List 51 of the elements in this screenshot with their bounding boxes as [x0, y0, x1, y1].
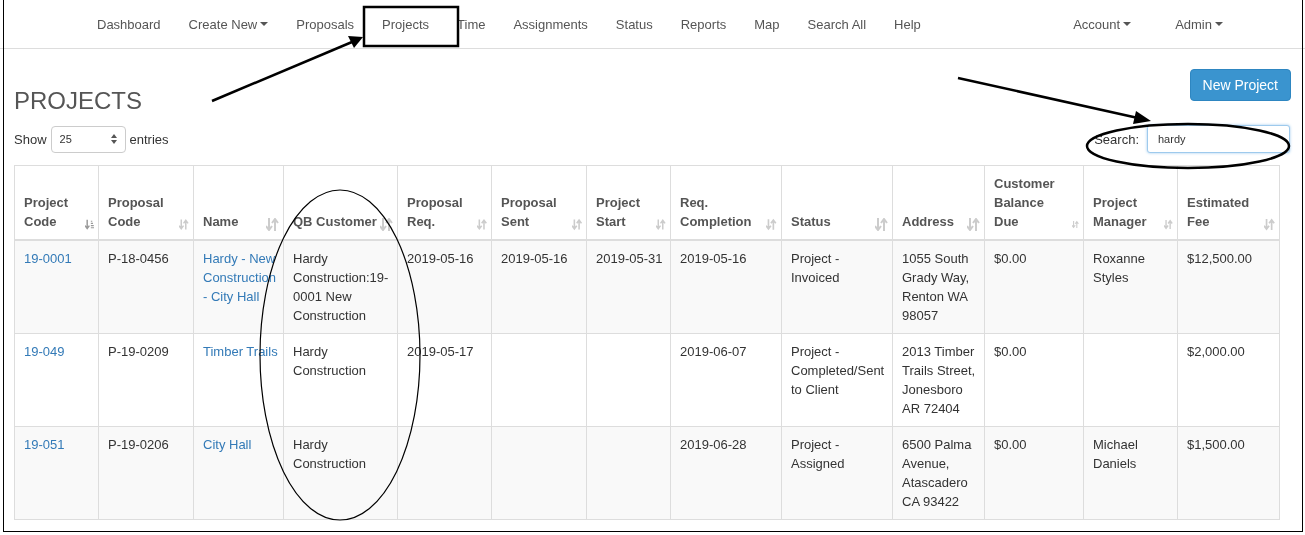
table-cell: $2,000.00 [1177, 333, 1280, 427]
nav-link[interactable]: Reports [666, 14, 741, 34]
table-cell: P-19-0206 [98, 426, 194, 520]
table-cell: 6500 Palma Avenue, Atascadero CA 93422 [892, 426, 985, 520]
table-cell: Roxanne Styles [1083, 240, 1178, 334]
table-cell: 2019-06-28 [670, 426, 782, 520]
table-cell: Michael Daniels [1083, 426, 1178, 520]
select-arrows-icon [110, 134, 117, 144]
table-link[interactable]: 19-049 [24, 342, 95, 361]
table-cell: Project - Invoiced [781, 240, 893, 334]
table-cell: 2019-05-16 [491, 240, 587, 334]
table-cell: 1055 South Grady Way, Renton WA 98057 [892, 240, 985, 334]
table-cell: 2019-06-07 [670, 333, 782, 427]
table-cell: Hardy Construction [283, 426, 398, 520]
nav-link[interactable]: Proposals [282, 14, 369, 34]
nav-menu[interactable]: Admin [1161, 14, 1237, 34]
table-link[interactable]: 19-0001 [24, 249, 95, 268]
table-cell: Project - Completed/Sent to Client [781, 333, 893, 427]
caret-icon [1123, 22, 1132, 26]
table-cell: P-19-0209 [98, 333, 194, 427]
nav-link[interactable]: Assignments [499, 14, 602, 34]
entries-label: entries [129, 130, 169, 149]
table-cell: P-18-0456 [98, 240, 194, 334]
caret-icon [1215, 22, 1223, 26]
table-cell: Hardy Construction:19-0001 New Construction [283, 240, 398, 334]
table-cell: 2019-05-31 [586, 240, 671, 334]
table-link[interactable]: City Hall [203, 435, 280, 454]
table-link[interactable]: 19-051 [24, 435, 95, 454]
nav-link[interactable]: Map [740, 14, 794, 34]
caret-icon [260, 22, 269, 26]
nav-menu[interactable]: Account [1059, 14, 1146, 34]
nav-link[interactable]: Time [443, 14, 500, 34]
show-label: Show [14, 130, 47, 149]
table-cell: $1,500.00 [1177, 426, 1280, 520]
table-cell: Hardy Construction [283, 333, 398, 427]
table-cell: $12,500.00 [1177, 240, 1280, 334]
nav-link[interactable]: Create New [174, 14, 283, 34]
table-cell: $0.00 [984, 240, 1084, 334]
nav-link[interactable]: Status [601, 14, 667, 34]
table-cell: 2019-05-16 [397, 240, 492, 334]
table-cell: 2013 Timber Trails Street, Jonesboro AR 72404 [892, 333, 985, 427]
search-field[interactable]: hardy [1147, 125, 1290, 153]
table-cell: $0.00 [984, 333, 1084, 427]
nav-link[interactable]: Search All [793, 14, 881, 34]
nav-link[interactable]: Dashboard [83, 14, 175, 34]
entries-select[interactable]: 25 [50, 125, 126, 153]
nav-link[interactable]: Help [880, 14, 935, 34]
table-cell: $0.00 [984, 426, 1084, 520]
page-title: PROJECTS [14, 87, 142, 115]
table-cell: Project - Assigned [781, 426, 893, 520]
table-cell: 2019-05-16 [670, 240, 782, 334]
